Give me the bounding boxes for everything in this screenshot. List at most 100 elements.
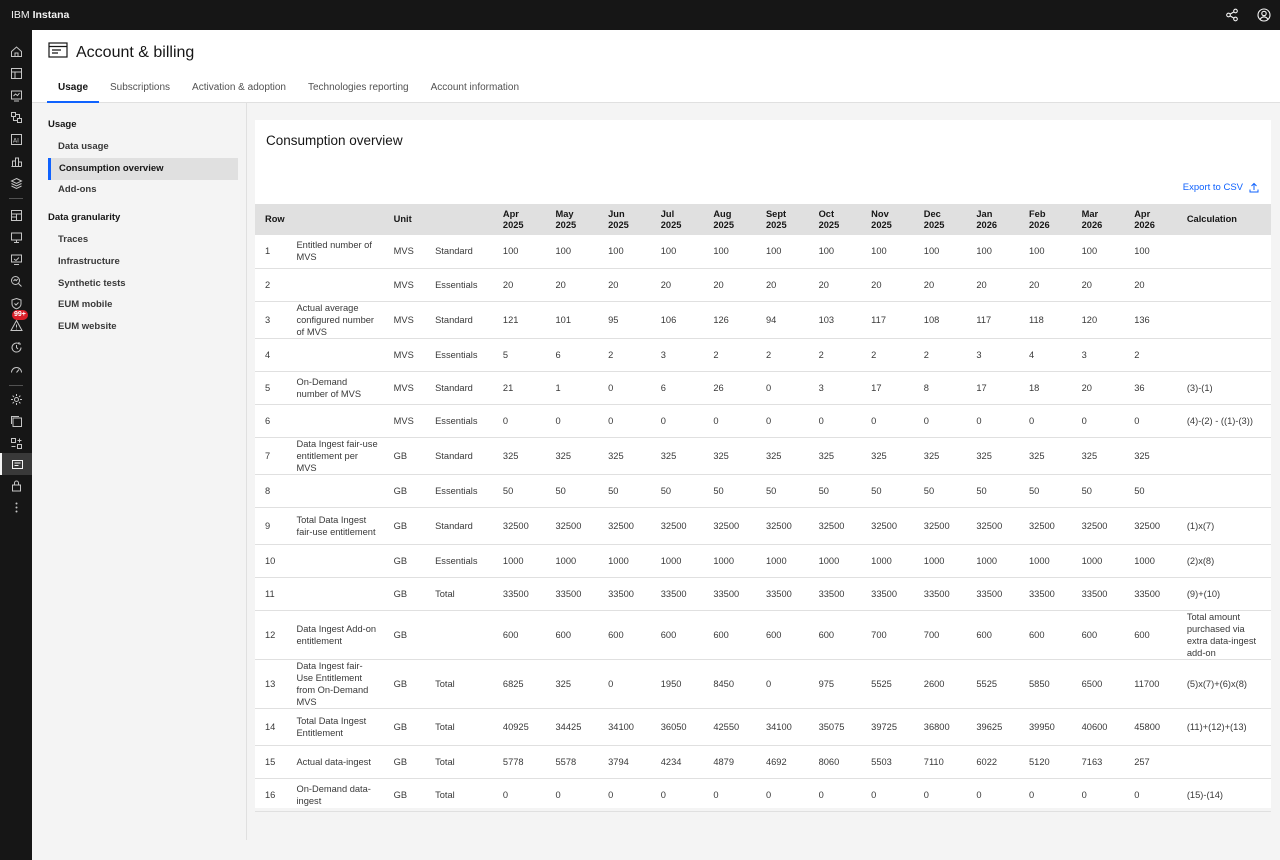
- ai-icon[interactable]: AI: [0, 128, 32, 150]
- nav-item-add-ons[interactable]: Add-ons: [48, 179, 238, 201]
- value-cell: 600: [713, 610, 766, 660]
- value-cell: 117: [976, 301, 1029, 339]
- speedometer-icon[interactable]: [0, 358, 32, 380]
- user-profile-icon[interactable]: [1248, 0, 1280, 30]
- more-options-icon[interactable]: [0, 496, 32, 518]
- lock-icon[interactable]: [0, 474, 32, 496]
- synthetic-icon[interactable]: [0, 248, 32, 270]
- value-cell: 0: [502, 404, 556, 438]
- value-cell: 1000: [713, 544, 766, 578]
- value-cell: 0: [765, 778, 819, 812]
- nav-item-data-usage[interactable]: Data usage: [48, 136, 238, 158]
- unit-cell: GB: [393, 544, 436, 578]
- value-cell: 35075: [818, 708, 872, 746]
- home-icon[interactable]: [0, 40, 32, 62]
- value-cell: 33500: [871, 577, 924, 611]
- export-csv-label: Export to CSV: [1182, 182, 1243, 193]
- analytics-icon[interactable]: [0, 270, 32, 292]
- value-cell: 0: [1134, 404, 1187, 438]
- value-cell: 18: [1029, 371, 1082, 405]
- row-label-cell: Data Ingest Add-on entitlement: [296, 610, 394, 660]
- nav-item-eum-mobile[interactable]: EUM mobile: [48, 294, 238, 316]
- value-cell: 2: [871, 338, 924, 372]
- value-cell: 100: [1029, 235, 1082, 269]
- row-number-cell: 10: [255, 544, 297, 578]
- websites-icon[interactable]: [0, 84, 32, 106]
- nav-item-traces[interactable]: Traces: [48, 229, 238, 251]
- tab-activation-adoption[interactable]: Activation & adoption: [181, 76, 297, 103]
- row-label-cell: Entitled number of MVS: [296, 235, 394, 269]
- nav-item-consumption-overview[interactable]: Consumption overview: [48, 158, 238, 180]
- value-cell: 17: [976, 371, 1029, 405]
- monitor-icon[interactable]: [0, 226, 32, 248]
- applications-icon[interactable]: [0, 62, 32, 84]
- table-row: 3 Actual average configured number of MVS…: [255, 301, 1271, 339]
- table-row: 7 Data Ingest fair-use entitlement per MV…: [255, 437, 1271, 475]
- value-cell: 50: [608, 474, 661, 508]
- automation-icon[interactable]: [0, 336, 32, 358]
- table-row: 2 MVS Essentials 20 20 20 20 20 20 20 20 20 20 20 20 20: [255, 268, 1271, 302]
- value-cell: 100: [871, 235, 924, 269]
- value-cell: 106: [660, 301, 714, 339]
- header-month: Dec 2025: [923, 204, 977, 235]
- row-label-cell: Total Data Ingest fair-use entitlement: [296, 507, 394, 545]
- nav-item-eum-website[interactable]: EUM website: [48, 316, 238, 338]
- tab-usage[interactable]: Usage: [47, 76, 100, 103]
- value-cell: 50: [1081, 474, 1135, 508]
- value-cell: 95: [608, 301, 661, 339]
- row-number-cell: 16: [255, 778, 297, 812]
- value-cell: 0: [555, 778, 609, 812]
- value-cell: 20: [765, 268, 819, 302]
- value-cell: 257: [1134, 745, 1187, 779]
- value-cell: 700: [923, 610, 977, 660]
- table-row: 15 Actual data-ingest GB Total 5778 5578 3794 4…: [255, 745, 1271, 779]
- value-cell: 5503: [871, 745, 924, 779]
- value-cell: 2: [608, 338, 661, 372]
- unit-cell: MVS: [393, 235, 436, 269]
- value-cell: 21: [502, 371, 556, 405]
- tab-subscriptions[interactable]: Subscriptions: [99, 76, 181, 103]
- value-cell: 45800: [1134, 708, 1187, 746]
- tab-account-information[interactable]: Account information: [420, 76, 530, 103]
- value-cell: 118: [1029, 301, 1082, 339]
- value-cell: 100: [923, 235, 977, 269]
- value-cell: 100: [1081, 235, 1135, 269]
- share-icon[interactable]: [1216, 0, 1248, 30]
- value-cell: 3: [1081, 338, 1135, 372]
- side-navigation: Usage Data usage Consumption overview Ad…: [32, 103, 247, 840]
- row-label-cell: On-Demand data-ingest: [296, 778, 394, 812]
- value-cell: 8060: [818, 745, 872, 779]
- platforms-icon[interactable]: [0, 150, 32, 172]
- tab-technologies-reporting[interactable]: Technologies reporting: [297, 76, 420, 103]
- type-cell: Essentials: [435, 474, 503, 508]
- row-number-cell: 12: [255, 610, 297, 660]
- settings-icon[interactable]: [0, 388, 32, 410]
- table-row: 11 GB Total 33500 33500 33500 33500 33500 33500 3…: [255, 577, 1271, 611]
- value-cell: 0: [608, 404, 661, 438]
- value-cell: 0: [976, 778, 1029, 812]
- value-cell: 20: [1029, 268, 1082, 302]
- deployments-icon[interactable]: [0, 410, 32, 432]
- nav-item-infrastructure[interactable]: Infrastructure: [48, 251, 238, 273]
- table-row: 6 MVS Essentials 0 0 0 0 0 0 0 0 0 0 0 0 0 (4)-(2) - ((1…: [255, 404, 1271, 438]
- value-cell: 0: [923, 404, 977, 438]
- unit-cell: GB: [393, 610, 436, 660]
- export-csv-button[interactable]: Export to CSV: [1183, 182, 1259, 193]
- row-number-cell: 5: [255, 371, 297, 405]
- alerts-icon[interactable]: 99+: [0, 310, 32, 336]
- value-cell: 117: [871, 301, 924, 339]
- header-month: Aug 2025: [713, 204, 766, 235]
- dashboards-icon[interactable]: [0, 204, 32, 226]
- account-billing-icon[interactable]: [0, 453, 32, 475]
- layers-icon[interactable]: [0, 172, 32, 194]
- value-cell: 100: [502, 235, 556, 269]
- value-cell: 0: [555, 404, 609, 438]
- nav-item-synthetic-tests[interactable]: Synthetic tests: [48, 273, 238, 295]
- row-number-cell: 1: [255, 235, 297, 269]
- brand-name: Instana: [32, 9, 70, 21]
- value-cell: 50: [818, 474, 872, 508]
- value-cell: 33500: [555, 577, 609, 611]
- brand[interactable]: IBM Instana: [11, 9, 69, 21]
- integrations-icon[interactable]: [0, 432, 32, 454]
- infrastructure-icon[interactable]: [0, 106, 32, 128]
